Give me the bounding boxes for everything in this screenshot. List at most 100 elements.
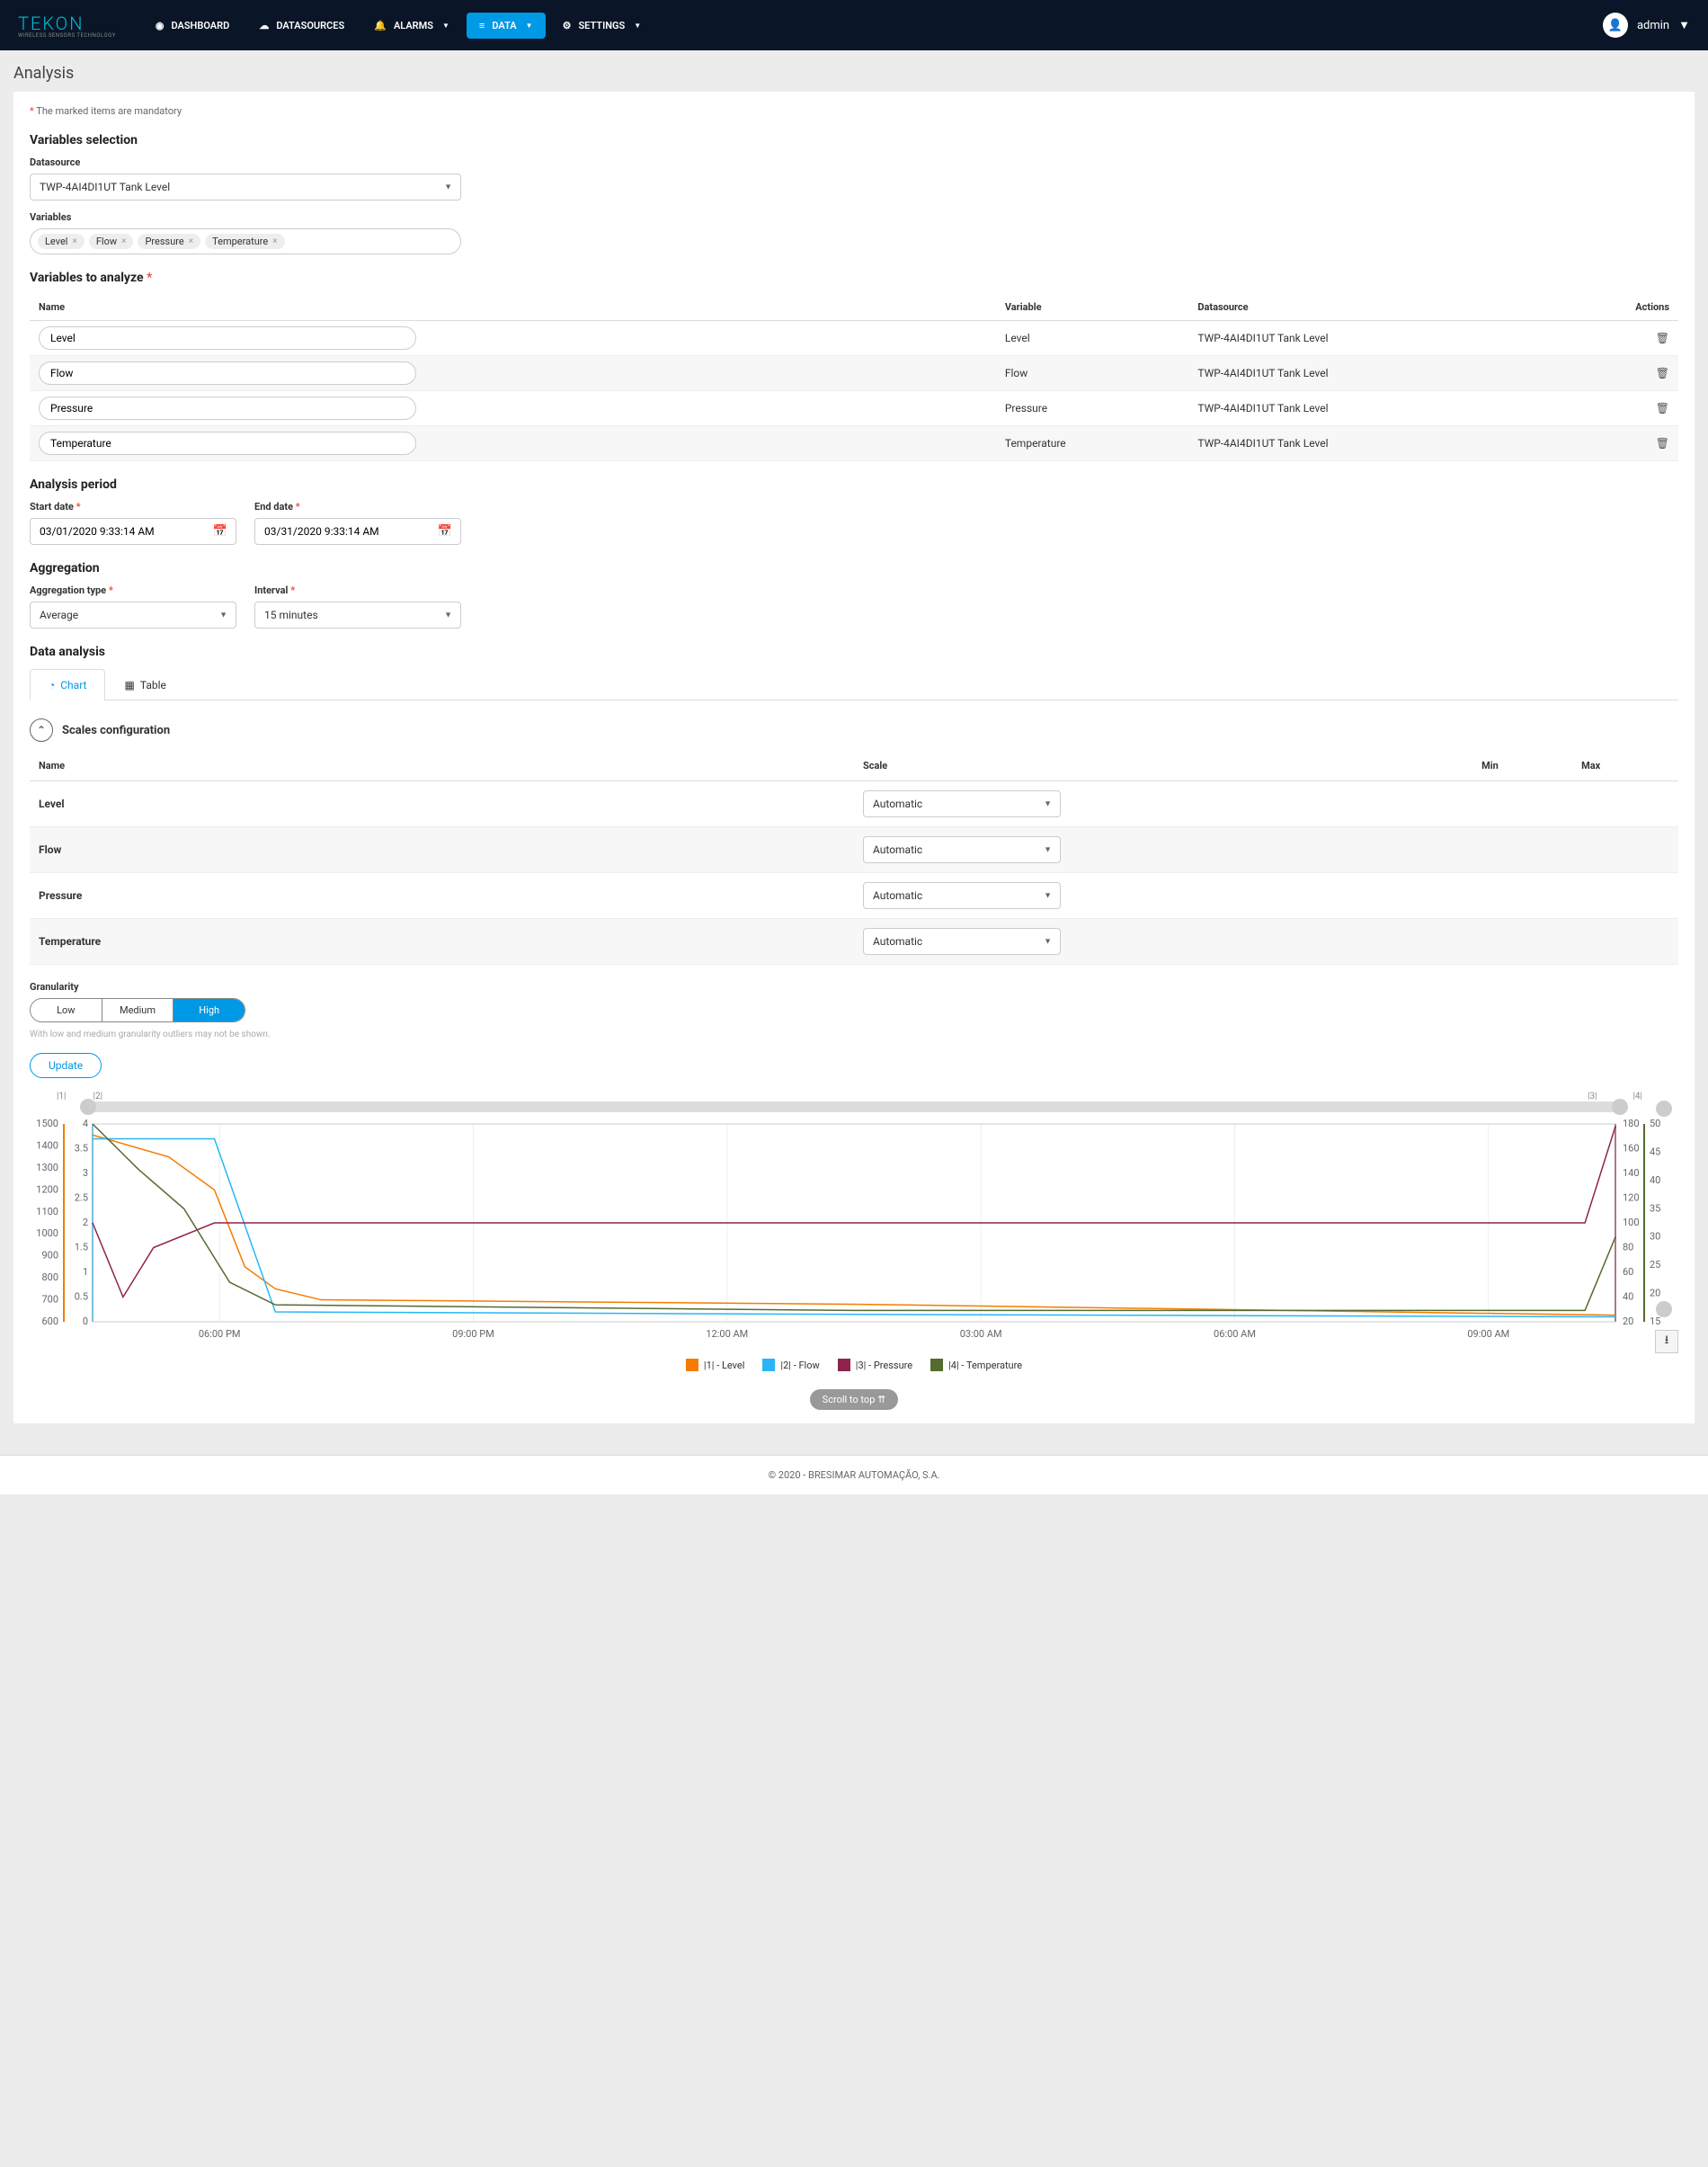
scroll-to-top-button[interactable]: Scroll to top ⇈ — [810, 1389, 899, 1410]
gear-icon: ⚙ — [563, 20, 572, 31]
trash-icon[interactable]: 🗑 — [1656, 437, 1669, 450]
nav-dashboard[interactable]: ◉ DASHBOARD — [143, 13, 242, 39]
start-date-input[interactable] — [30, 518, 236, 545]
chevron-down-icon: ▼ — [442, 22, 449, 30]
nav-datasources[interactable]: ☁ DATASOURCES — [246, 13, 357, 39]
granularity-hint: With low and medium granularity outliers… — [30, 1030, 1678, 1039]
section-variables-analyze: Variables to analyze * — [30, 271, 1678, 285]
svg-text:40: 40 — [1623, 1291, 1633, 1303]
dashboard-icon: ◉ — [156, 20, 165, 31]
svg-text:3.5: 3.5 — [75, 1143, 88, 1155]
datasource-icon: ☁ — [259, 20, 269, 31]
logo[interactable]: TEKON WIRELESS SENSORS TECHNOLOGY — [18, 13, 116, 39]
row-variable: Temperature — [996, 426, 1188, 461]
nav-data[interactable]: ≡ DATA ▼ — [467, 13, 546, 39]
trash-icon[interactable]: 🗑 — [1656, 402, 1669, 415]
scale-select[interactable]: Automatic — [863, 928, 1061, 955]
table-icon: ▦ — [124, 679, 134, 691]
scale-select[interactable]: Automatic — [863, 882, 1061, 909]
svg-text:0.5: 0.5 — [75, 1291, 88, 1303]
nav-settings[interactable]: ⚙ SETTINGS ▼ — [550, 13, 654, 39]
update-button[interactable]: Update — [30, 1053, 102, 1078]
row-variable: Level — [996, 321, 1188, 356]
scale-select[interactable]: Automatic — [863, 790, 1061, 817]
tag-level: Level× — [38, 234, 85, 249]
interval-select[interactable]: 15 minutes — [254, 602, 461, 629]
axis-id-3: |3| — [1588, 1092, 1597, 1101]
table-row: Level Automatic — [30, 781, 1678, 827]
tag-temperature: Temperature× — [205, 234, 284, 249]
chart-icon: ◔ — [49, 679, 55, 691]
svg-text:700: 700 — [41, 1294, 58, 1306]
tab-table[interactable]: ▦Table — [105, 669, 184, 700]
collapse-scales-button[interactable]: ⌃ — [30, 718, 53, 742]
chart-canvas: 06:00 PM09:00 PM12:00 AM03:00 AM06:00 AM… — [30, 1119, 1678, 1344]
end-date-input[interactable] — [254, 518, 461, 545]
analysis-tabs: ◔Chart ▦Table — [30, 668, 1678, 700]
tag-remove-icon[interactable]: × — [272, 236, 277, 246]
start-date-label: Start date * — [30, 501, 236, 513]
scales-col-name: Name — [30, 751, 854, 781]
download-button[interactable]: ⭳ — [1655, 1330, 1678, 1353]
user-menu[interactable]: 👤 admin ▼ — [1603, 13, 1690, 38]
svg-text:800: 800 — [41, 1271, 58, 1283]
aggregation-type-label: Aggregation type * — [30, 584, 236, 596]
tab-chart[interactable]: ◔Chart — [30, 669, 105, 700]
svg-text:20: 20 — [1623, 1315, 1633, 1327]
tag-remove-icon[interactable]: × — [189, 236, 193, 246]
scale-row-name: Flow — [30, 827, 854, 873]
legend-flow[interactable]: |2| - Flow — [762, 1359, 819, 1371]
tag-remove-icon[interactable]: × — [121, 236, 126, 246]
row-name-input[interactable] — [39, 326, 416, 350]
aggregation-type-select[interactable]: Average — [30, 602, 236, 629]
granularity-low[interactable]: Low — [31, 999, 102, 1021]
section-data-analysis: Data analysis — [30, 645, 1678, 659]
chart-range-slider[interactable] — [84, 1101, 1624, 1112]
chart-legend: |1| - Level |2| - Flow |3| - Pressure |4… — [30, 1359, 1678, 1371]
scales-heading: Scales configuration — [62, 724, 170, 737]
table-row: Flow Automatic — [30, 827, 1678, 873]
scale-row-name: Level — [30, 781, 854, 827]
datasource-label: Datasource — [30, 156, 1678, 168]
logo-subtext: WIRELESS SENSORS TECHNOLOGY — [18, 32, 116, 39]
svg-text:09:00 AM: 09:00 AM — [1467, 1328, 1509, 1340]
row-datasource: TWP-4AI4DI1UT Tank Level — [1188, 321, 1551, 356]
nav-alarms[interactable]: 🔔 ALARMS ▼ — [361, 13, 462, 39]
granularity-medium[interactable]: Medium — [102, 999, 174, 1021]
trash-icon[interactable]: 🗑 — [1656, 332, 1669, 344]
granularity-high[interactable]: High — [173, 999, 245, 1021]
legend-level[interactable]: |1| - Level — [686, 1359, 745, 1371]
section-variables-selection: Variables selection — [30, 133, 1678, 147]
row-name-input[interactable] — [39, 432, 416, 455]
svg-text:900: 900 — [41, 1250, 58, 1262]
trash-icon[interactable]: 🗑 — [1656, 367, 1669, 379]
row-name-input[interactable] — [39, 397, 416, 420]
variables-tags-input[interactable]: Level× Flow× Pressure× Temperature× — [30, 228, 461, 254]
avatar-icon: 👤 — [1603, 13, 1628, 38]
calendar-icon[interactable]: 📅 — [213, 525, 227, 539]
scale-select[interactable]: Automatic — [863, 836, 1061, 863]
row-name-input[interactable] — [39, 361, 416, 385]
row-datasource: TWP-4AI4DI1UT Tank Level — [1188, 391, 1551, 426]
scales-table: Name Scale Min Max Level Automatic Flow … — [30, 751, 1678, 965]
section-aggregation: Aggregation — [30, 561, 1678, 575]
svg-text:1000: 1000 — [36, 1227, 58, 1239]
calendar-icon[interactable]: 📅 — [438, 525, 452, 539]
svg-text:4: 4 — [83, 1119, 88, 1129]
interval-label: Interval * — [254, 584, 461, 596]
end-date-label: End date * — [254, 501, 461, 513]
tag-remove-icon[interactable]: × — [72, 236, 76, 246]
granularity-segmented: Low Medium High — [30, 998, 245, 1022]
chart-vertical-slider[interactable] — [1659, 1101, 1669, 1317]
scales-col-min: Min — [1472, 751, 1572, 781]
tag-pressure: Pressure× — [138, 234, 200, 249]
svg-text:120: 120 — [1623, 1192, 1640, 1204]
scale-row-name: Temperature — [30, 919, 854, 965]
legend-temperature[interactable]: |4| - Temperature — [930, 1359, 1022, 1371]
table-row: Temperature TWP-4AI4DI1UT Tank Level 🗑 — [30, 426, 1678, 461]
legend-pressure[interactable]: |3| - Pressure — [838, 1359, 912, 1371]
footer: © 2020 - BRESIMAR AUTOMAÇÃO, S.A. — [0, 1455, 1708, 1494]
col-variable: Variable — [996, 294, 1188, 321]
datasource-select[interactable]: TWP-4AI4DI1UT Tank Level — [30, 174, 461, 201]
page-title: Analysis — [13, 64, 1695, 83]
